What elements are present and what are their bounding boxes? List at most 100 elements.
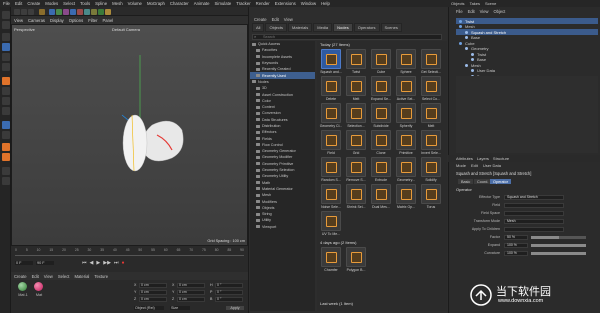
viewport-menu-panel[interactable]: Panel — [103, 18, 114, 23]
coord-field[interactable]: 0 ° — [215, 283, 243, 288]
timeline-track[interactable] — [15, 255, 244, 256]
attr-tab-layers[interactable]: Layers — [477, 156, 489, 161]
asset-tab-objects[interactable]: Objects — [265, 23, 288, 32]
coord-mode-select[interactable]: Object (Rel) — [134, 306, 164, 310]
select-tool-icon[interactable] — [1, 43, 10, 51]
asset-tab-materials[interactable]: Materials — [288, 23, 313, 32]
subtab-basic[interactable]: Basic — [458, 179, 474, 184]
end-frame[interactable]: 90 F — [36, 261, 54, 265]
material-menu-material[interactable]: Material — [74, 274, 89, 279]
param-slider[interactable] — [531, 235, 586, 239]
coord-field[interactable]: 0 cm — [139, 283, 167, 288]
asset-tile[interactable] — [396, 157, 416, 177]
menu-spline[interactable]: Spline — [95, 1, 107, 6]
asset-tab-operators[interactable]: Operators — [353, 23, 380, 32]
param-slider[interactable] — [531, 251, 586, 255]
coord-x-icon[interactable] — [14, 8, 20, 15]
coord-z-icon[interactable] — [28, 8, 34, 15]
asset-tile[interactable] — [346, 247, 366, 267]
menu-modes[interactable]: Modes — [45, 1, 58, 6]
subtab-coord[interactable]: Coord. — [474, 179, 492, 184]
asset-tile[interactable] — [396, 103, 416, 123]
asset-tile[interactable] — [371, 103, 391, 123]
asset-tile[interactable] — [321, 130, 341, 150]
param-value[interactable] — [504, 226, 564, 232]
menu-character[interactable]: Character — [170, 1, 189, 6]
apply-button[interactable]: Apply — [226, 306, 244, 310]
param-value[interactable]: 100 % — [504, 242, 528, 248]
coord-field[interactable]: 0 cm — [139, 297, 167, 302]
asset-tab-nodes[interactable]: Nodes — [333, 23, 353, 32]
object-menu-file[interactable]: File — [456, 9, 463, 15]
material-menu-create[interactable]: Create — [14, 274, 27, 279]
material-menu-edit[interactable]: Edit — [32, 274, 39, 279]
asset-tile[interactable] — [321, 247, 341, 267]
menu-select[interactable]: Select — [63, 1, 75, 6]
asset-tile[interactable] — [321, 49, 341, 69]
panel-tab-scene[interactable]: Scene — [485, 1, 496, 6]
coord-y-icon[interactable] — [21, 8, 27, 15]
object-menu-view[interactable]: View — [480, 9, 489, 15]
scale-tool-icon[interactable] — [1, 53, 10, 61]
asset-tile[interactable] — [421, 103, 441, 123]
asset-tile[interactable] — [421, 157, 441, 177]
redo-icon[interactable] — [1, 21, 10, 29]
asset-tile[interactable] — [346, 103, 366, 123]
asset-tab-scenes[interactable]: Scenes — [380, 23, 402, 32]
coord-field[interactable]: 0 cm — [177, 297, 205, 302]
viewport[interactable]: Perspective Default Camera Grid Spacing … — [11, 24, 248, 246]
asset-tile[interactable] — [396, 130, 416, 150]
asset-tile[interactable] — [346, 157, 366, 177]
record-icon[interactable]: ● — [121, 260, 124, 266]
field-icon[interactable] — [84, 8, 90, 15]
spline-icon[interactable] — [56, 8, 62, 15]
attr-menu-item[interactable]: User Data — [483, 163, 501, 169]
menu-volume[interactable]: Volume — [128, 1, 142, 6]
param-value[interactable]: Squash and Stretch — [504, 194, 564, 200]
param-value[interactable] — [504, 202, 564, 208]
param-value[interactable]: 100 % — [504, 250, 528, 256]
asset-tile[interactable] — [321, 211, 341, 231]
attr-menu-item[interactable]: Edit — [471, 163, 478, 169]
coord-field[interactable]: 0 ° — [215, 297, 243, 302]
menu-edit[interactable]: Edit — [15, 1, 22, 6]
menu-render[interactable]: Render — [256, 1, 270, 6]
camera-icon[interactable] — [98, 8, 104, 15]
menu-help[interactable]: Help — [321, 1, 330, 6]
object-menu-object[interactable]: Object — [493, 9, 505, 15]
param-slider[interactable] — [531, 243, 586, 247]
asset-search-input[interactable]: Search — [252, 34, 442, 40]
attr-tab-attributes[interactable]: Attributes — [456, 156, 473, 161]
attr-menu-item[interactable]: Mode — [456, 163, 466, 169]
subtab-operator[interactable]: Operator — [490, 179, 511, 184]
asset-tile[interactable] — [346, 130, 366, 150]
asset-tile[interactable] — [396, 49, 416, 69]
viewport-menu-filter[interactable]: Filter — [88, 18, 97, 23]
go-end-icon[interactable]: ⏭ — [114, 260, 119, 266]
deformer-icon[interactable] — [77, 8, 83, 15]
asset-tile[interactable] — [421, 130, 441, 150]
attr-tab-structure[interactable]: Structure — [493, 156, 509, 161]
asset-tile[interactable] — [371, 130, 391, 150]
asset-tile[interactable] — [321, 103, 341, 123]
asset-tile[interactable] — [371, 157, 391, 177]
menu-tools[interactable]: Tools — [80, 1, 90, 6]
play-icon[interactable]: ▶ — [96, 260, 100, 266]
menu-mesh[interactable]: Mesh — [112, 1, 123, 6]
viewport-menu-options[interactable]: Options — [69, 18, 83, 23]
menu-extensions[interactable]: Extensions — [275, 1, 296, 6]
material-swatch-1[interactable] — [18, 282, 27, 291]
asset-menu-view[interactable]: View — [284, 17, 293, 22]
asset-tile[interactable] — [396, 184, 416, 204]
panel-tab-takes[interactable]: Takes — [470, 1, 480, 6]
menu-file[interactable]: File — [3, 1, 10, 6]
axis-icon[interactable] — [1, 177, 10, 185]
asset-tile[interactable] — [321, 184, 341, 204]
snap-icon[interactable] — [1, 121, 10, 129]
asset-tile[interactable] — [346, 76, 366, 96]
asset-tile[interactable] — [371, 49, 391, 69]
point-mode-icon[interactable] — [1, 87, 10, 95]
render-settings-icon[interactable] — [1, 153, 10, 161]
undo-icon[interactable] — [1, 11, 10, 19]
menu-window[interactable]: Window — [301, 1, 316, 6]
